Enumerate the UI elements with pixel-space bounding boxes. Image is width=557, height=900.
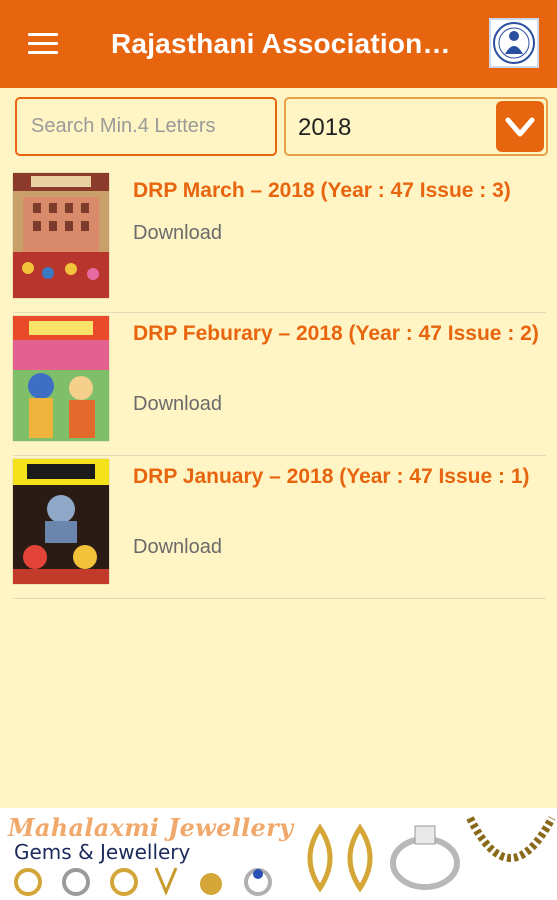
- list-item[interactable]: DRP March – 2018 (Year : 47 Issue : 3) D…: [13, 170, 546, 313]
- chevron-down-icon[interactable]: [496, 101, 544, 152]
- jewellery-showcase-image: [307, 816, 556, 893]
- issue-title[interactable]: DRP January – 2018 (Year : 47 Issue : 1): [133, 463, 543, 491]
- issue-title[interactable]: DRP March – 2018 (Year : 47 Issue : 3): [133, 177, 543, 205]
- jewellery-items-image: [14, 867, 272, 896]
- app-title: Rajasthani Association…: [111, 28, 451, 59]
- hamburger-menu-icon[interactable]: [28, 33, 58, 55]
- year-selected-value: 2018: [298, 114, 352, 141]
- app-bar: Rajasthani Association…: [0, 0, 557, 88]
- issue-cover-image[interactable]: [13, 316, 109, 441]
- issue-cover-image[interactable]: [13, 459, 109, 584]
- association-logo-icon[interactable]: [489, 18, 539, 68]
- search-field[interactable]: [15, 97, 277, 156]
- ad-brand-name: Mahalaxmi Jewellery: [8, 813, 294, 842]
- list-item[interactable]: DRP Feburary – 2018 (Year : 47 Issue : 2…: [13, 313, 546, 456]
- download-link[interactable]: Download: [133, 536, 222, 559]
- ad-banner[interactable]: Mahalaxmi Jewellery Gems & Jewellery: [0, 808, 557, 900]
- download-link[interactable]: Download: [133, 393, 222, 416]
- ad-tagline: Gems & Jewellery: [14, 840, 191, 864]
- issue-cover-image[interactable]: [13, 173, 109, 298]
- issue-title[interactable]: DRP Feburary – 2018 (Year : 47 Issue : 2…: [133, 320, 543, 348]
- year-dropdown[interactable]: 2018: [284, 97, 548, 156]
- download-link[interactable]: Download: [133, 222, 222, 245]
- list-item[interactable]: DRP January – 2018 (Year : 47 Issue : 1)…: [13, 456, 546, 599]
- issue-list: DRP March – 2018 (Year : 47 Issue : 3) D…: [13, 170, 546, 599]
- search-input[interactable]: [17, 99, 275, 154]
